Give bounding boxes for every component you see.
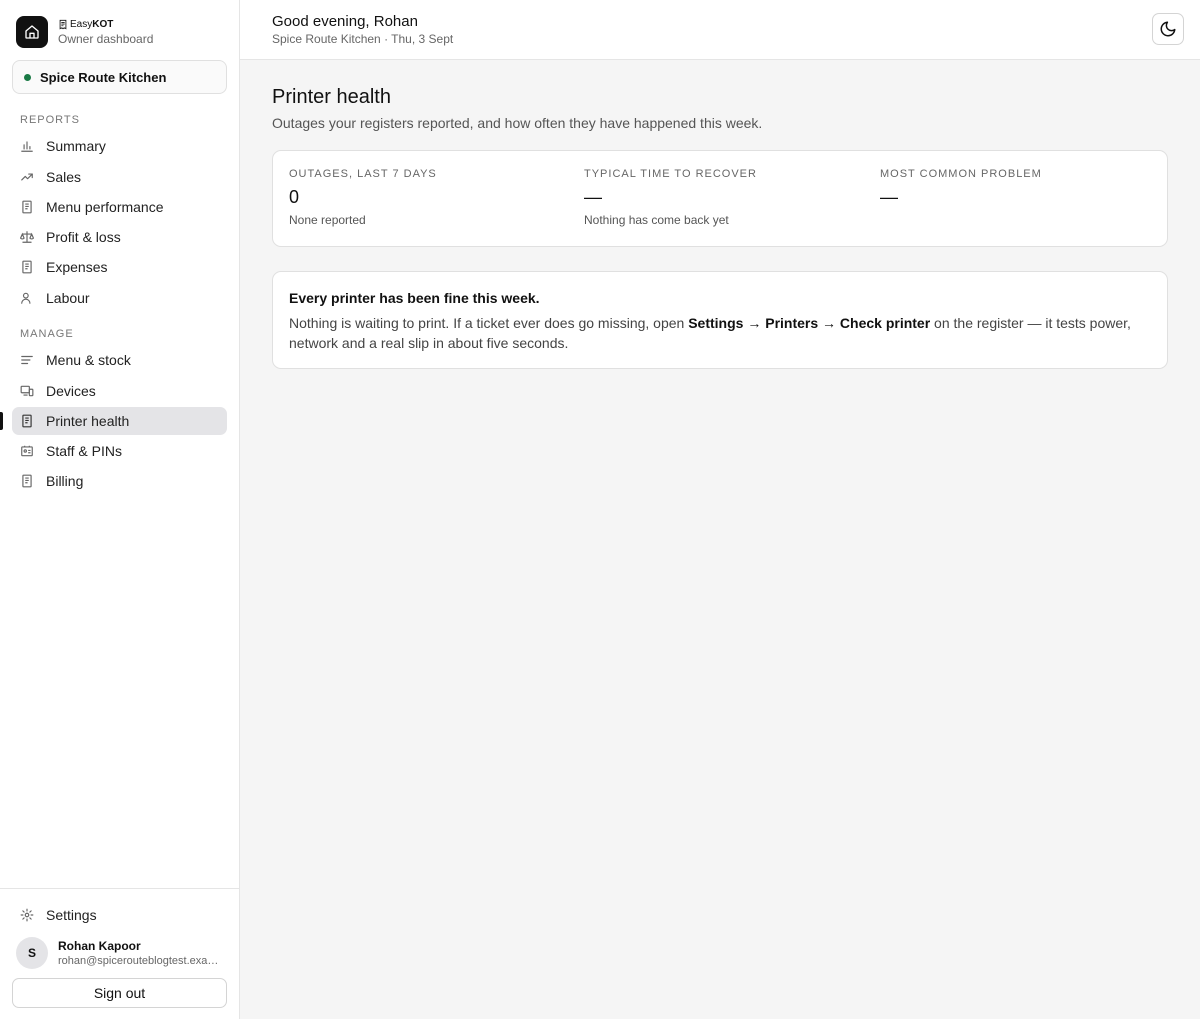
trend-up-icon xyxy=(20,170,34,184)
stat-note: Nothing has come back yet xyxy=(584,213,729,227)
sidebar-item-menu-performance[interactable]: Menu performance xyxy=(12,193,227,221)
settings-path: Settings → Printers → Check printer xyxy=(688,315,931,331)
status-message-title: Every printer has been fine this week. xyxy=(289,290,540,306)
gear-icon xyxy=(20,908,34,922)
sidebar-item-label: Menu & stock xyxy=(46,352,131,368)
stat-label: MOST COMMON PROBLEM xyxy=(880,168,1042,180)
receipt-icon xyxy=(20,260,34,274)
devices-icon xyxy=(20,384,34,398)
top-bar: Good evening, Rohan Spice Route Kitchen … xyxy=(240,0,1200,60)
sidebar-item-profit-loss[interactable]: Profit & loss xyxy=(12,223,227,251)
sidebar-item-summary[interactable]: Summary xyxy=(12,132,227,160)
sidebar-item-label: Devices xyxy=(46,383,96,399)
store-name: Spice Route Kitchen xyxy=(40,69,167,85)
page-subtitle: Outages your registers reported, and how… xyxy=(272,115,763,131)
user-icon xyxy=(20,291,34,305)
status-message-card: Every printer has been fine this week. N… xyxy=(272,271,1168,369)
sidebar-item-label: Profit & loss xyxy=(46,229,121,245)
user-name: Rohan Kapoor xyxy=(58,939,141,953)
sidebar-item-label: Sales xyxy=(46,169,82,185)
message-text: Nothing is waiting to print. If a ticket… xyxy=(289,315,689,331)
stat-value: — xyxy=(880,187,898,207)
scale-icon xyxy=(20,230,34,244)
bar-chart-icon xyxy=(20,139,34,153)
stat-value: — xyxy=(584,187,602,207)
receipt-icon xyxy=(59,19,67,29)
sidebar-item-staff-pins[interactable]: Staff & PINs xyxy=(12,437,227,465)
sidebar-item-label: Printer health xyxy=(46,413,130,429)
stat-note: None reported xyxy=(289,213,366,227)
sidebar-item-label: Summary xyxy=(46,138,106,154)
id-card-icon xyxy=(20,444,34,458)
stat-outages: OUTAGES, LAST 7 DAYS 0 None reported xyxy=(289,168,569,227)
sidebar-item-devices[interactable]: Devices xyxy=(12,377,227,405)
brand-name-prefix: Easy xyxy=(70,18,93,30)
user-email: rohan@spicerouteblogtest.example.com xyxy=(58,955,223,967)
sidebar-item-label: Staff & PINs xyxy=(46,443,122,459)
avatar: S xyxy=(16,937,48,969)
moon-icon xyxy=(1160,21,1176,37)
sidebar-item-label: Labour xyxy=(46,290,90,306)
brand[interactable]: EasyKOT Owner dashboard xyxy=(16,16,153,48)
status-message-body: Nothing is waiting to print. If a ticket… xyxy=(289,313,1151,353)
sidebar-item-menu-stock[interactable]: Menu & stock xyxy=(12,346,227,374)
sidebar-item-billing[interactable]: Billing xyxy=(12,467,227,495)
home-icon xyxy=(16,16,48,48)
stat-label: TYPICAL TIME TO RECOVER xyxy=(584,168,757,180)
page-title: Printer health xyxy=(272,86,391,108)
brand-name-suffix: KOT xyxy=(92,18,114,30)
stats-card: OUTAGES, LAST 7 DAYS 0 None reported TYP… xyxy=(272,150,1168,247)
greeting: Good evening, Rohan xyxy=(272,13,418,30)
sidebar-footer: Settings S Rohan Kapoor rohan@spiceroute… xyxy=(0,888,239,1019)
receipt-icon xyxy=(20,200,34,214)
active-item-marker xyxy=(0,412,3,430)
receipt-icon xyxy=(20,474,34,488)
store-selector[interactable]: Spice Route Kitchen xyxy=(12,60,227,94)
sidebar-item-expenses[interactable]: Expenses xyxy=(12,253,227,281)
stat-value: 0 xyxy=(289,187,300,207)
user-profile[interactable]: S Rohan Kapoor rohan@spicerouteblogtest.… xyxy=(16,937,223,969)
sidebar-item-label: Menu performance xyxy=(46,199,164,215)
stat-label: OUTAGES, LAST 7 DAYS xyxy=(289,168,437,180)
sidebar: EasyKOT Owner dashboard Spice Route Kitc… xyxy=(0,0,240,1019)
sidebar-item-label: Settings xyxy=(46,907,97,923)
sidebar-item-printer-health[interactable]: Printer health xyxy=(12,407,227,435)
stat-common-problem: MOST COMMON PROBLEM — xyxy=(880,168,1160,213)
brand-name: EasyKOT xyxy=(58,19,153,30)
reports-section-label: REPORTS xyxy=(20,114,80,126)
stat-recovery-time: TYPICAL TIME TO RECOVER — Nothing has co… xyxy=(584,168,864,227)
sidebar-item-labour[interactable]: Labour xyxy=(12,284,227,312)
theme-toggle-button[interactable] xyxy=(1152,13,1184,45)
store-status-dot xyxy=(24,73,31,81)
receipt-icon xyxy=(20,414,34,428)
brand-subtitle: Owner dashboard xyxy=(58,31,154,46)
sign-out-button[interactable]: Sign out xyxy=(12,978,227,1008)
lines-icon xyxy=(20,353,34,367)
sidebar-item-label: Expenses xyxy=(46,259,108,275)
sidebar-item-label: Billing xyxy=(46,473,84,489)
sidebar-item-sales[interactable]: Sales xyxy=(12,163,227,191)
sidebar-item-settings[interactable]: Settings xyxy=(12,901,227,929)
topbar-subtitle: Spice Route Kitchen · Thu, 3 Sept xyxy=(272,32,454,46)
manage-section-label: MANAGE xyxy=(20,328,74,340)
